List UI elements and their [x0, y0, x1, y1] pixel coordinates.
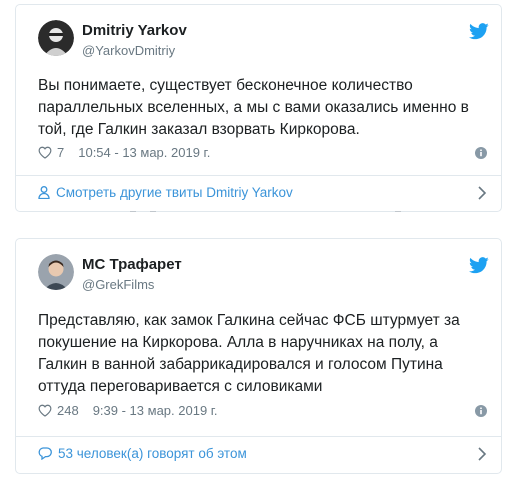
avatar[interactable] [38, 20, 74, 56]
author-name[interactable]: МС Трафарет [82, 256, 182, 273]
separator-dash [130, 211, 136, 212]
chevron-right-icon[interactable] [477, 186, 487, 200]
heart-icon[interactable] [38, 404, 52, 417]
divider [16, 175, 501, 176]
tweet-timestamp[interactable]: 9:39 - 13 мар. 2019 г. [93, 403, 218, 418]
tweet-card: Dmitriy Yarkov @YarkovDmitriy Вы понимае… [15, 4, 502, 212]
author-handle[interactable]: @YarkovDmitriy [82, 43, 175, 58]
tweet-timestamp[interactable]: 10:54 - 13 мар. 2019 г. [78, 145, 210, 160]
separator-dash [150, 211, 156, 212]
divider [16, 436, 501, 437]
conversation-label[interactable]: 53 человек(а) говорят об этом [58, 446, 247, 461]
info-icon[interactable] [475, 405, 487, 417]
like-count[interactable]: 248 [57, 403, 79, 418]
info-icon[interactable] [475, 147, 487, 159]
avatar[interactable] [38, 254, 74, 290]
author-handle[interactable]: @GrekFilms [82, 277, 154, 292]
twitter-bird-icon[interactable] [469, 257, 489, 274]
more-tweets-link[interactable]: Смотреть другие твиты Dmitriy Yarkov [38, 185, 293, 200]
person-icon [38, 186, 50, 199]
tweet-card: МС Трафарет @GrekFilms Представляю, как … [15, 238, 502, 474]
twitter-bird-icon[interactable] [469, 23, 489, 40]
more-tweets-label[interactable]: Смотреть другие твиты Dmitriy Yarkov [56, 185, 293, 200]
tweet-text: Вы понимаете, существует бесконечное кол… [38, 77, 469, 138]
tweet-meta: 7 10:54 - 13 мар. 2019 г. [38, 145, 210, 160]
comment-bubble-icon [38, 447, 52, 460]
conversation-link[interactable]: 53 человек(а) говорят об этом [38, 446, 247, 461]
author-name[interactable]: Dmitriy Yarkov [82, 22, 187, 39]
like-count[interactable]: 7 [57, 145, 64, 160]
heart-icon[interactable] [38, 146, 52, 159]
tweet-meta: 248 9:39 - 13 мар. 2019 г. [38, 403, 218, 418]
separator-dash [395, 211, 401, 212]
tweet-text: Представляю, как замок Галкина сейчас ФС… [38, 312, 460, 395]
chevron-right-icon[interactable] [477, 447, 487, 461]
